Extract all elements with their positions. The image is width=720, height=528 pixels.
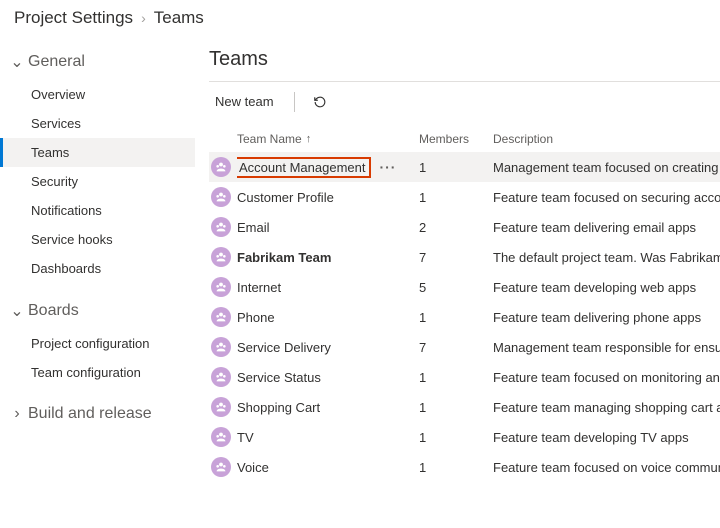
sidebar-group-label: General — [28, 53, 85, 71]
column-header-name[interactable]: Team Name ↑ — [237, 132, 419, 146]
team-icon — [211, 397, 231, 417]
refresh-icon — [313, 95, 327, 109]
chevron-right-icon: › — [10, 405, 24, 423]
sidebar-item[interactable]: Dashboards — [0, 254, 195, 283]
sidebar-group-header[interactable]: ⌄General — [0, 44, 195, 80]
team-members-count: 1 — [419, 370, 493, 385]
team-name-link[interactable]: Service Status — [237, 370, 321, 385]
team-members-count: 5 — [419, 280, 493, 295]
sidebar-item[interactable]: Notifications — [0, 196, 195, 225]
team-description: Management team responsible for ensure — [493, 340, 720, 355]
team-description: Management team focused on creating an — [493, 160, 720, 175]
team-name-link[interactable]: Email — [237, 220, 270, 235]
table-row[interactable]: Voice 1Feature team focused on voice comm… — [209, 452, 720, 482]
toolbar-separator — [294, 92, 295, 112]
team-description: Feature team developing web apps — [493, 280, 720, 295]
team-icon — [211, 337, 231, 357]
team-name-link[interactable]: Internet — [237, 280, 281, 295]
team-icon — [211, 307, 231, 327]
table-row[interactable]: Service Delivery 7Management team respons… — [209, 332, 720, 362]
team-members-count: 7 — [419, 250, 493, 265]
team-icon — [211, 457, 231, 477]
table-row[interactable]: Shopping Cart 1Feature team managing shop… — [209, 392, 720, 422]
team-description: Feature team focused on voice communic — [493, 460, 720, 475]
sidebar-group-header[interactable]: ›Build and release — [0, 397, 195, 431]
table-row[interactable]: Internet 5Feature team developing web app… — [209, 272, 720, 302]
row-more-actions-button[interactable]: ··· — [377, 159, 398, 175]
refresh-button[interactable] — [309, 91, 331, 113]
sidebar-group-header[interactable]: ⌄Boards — [0, 293, 195, 329]
team-name-link[interactable]: Customer Profile — [237, 190, 334, 205]
team-members-count: 1 — [419, 430, 493, 445]
table-row[interactable]: Email 2Feature team delivering email apps — [209, 212, 720, 242]
team-description: Feature team developing TV apps — [493, 430, 720, 445]
column-header-description[interactable]: Description — [493, 132, 720, 146]
sidebar-item[interactable]: Team configuration — [0, 358, 195, 387]
column-header-members[interactable]: Members — [419, 132, 493, 146]
team-icon — [211, 157, 231, 177]
table-row[interactable]: Fabrikam Team 7The default project team. … — [209, 242, 720, 272]
chevron-down-icon: ⌄ — [10, 301, 24, 321]
team-description: Feature team focused on monitoring and a — [493, 370, 720, 385]
sidebar: ⌄GeneralOverviewServicesTeamsSecurityNot… — [0, 38, 195, 528]
column-header-name-label: Team Name — [237, 132, 302, 146]
team-members-count: 1 — [419, 460, 493, 475]
new-team-button[interactable]: New team — [209, 90, 280, 113]
team-members-count: 1 — [419, 190, 493, 205]
team-icon — [211, 427, 231, 447]
table-row[interactable]: TV 1Feature team developing TV apps — [209, 422, 720, 452]
team-icon — [211, 247, 231, 267]
sidebar-item[interactable]: Teams — [0, 138, 195, 167]
sidebar-item[interactable]: Service hooks — [0, 225, 195, 254]
sidebar-group-label: Build and release — [28, 405, 152, 423]
main-content: Teams New team Team Name ↑ — [195, 38, 720, 528]
chevron-right-icon: › — [141, 10, 146, 26]
team-name-link[interactable]: Service Delivery — [237, 340, 331, 355]
breadcrumb-current: Teams — [154, 8, 204, 28]
team-icon — [211, 217, 231, 237]
team-name-link[interactable]: Account Management — [239, 160, 365, 175]
toolbar: New team — [209, 82, 720, 122]
sidebar-group-label: Boards — [28, 302, 79, 320]
table-row[interactable]: Account Management ··· 1Management team fo… — [209, 152, 720, 182]
table-row[interactable]: Customer Profile 1Feature team focused on… — [209, 182, 720, 212]
table-row[interactable]: Service Status 1Feature team focused on m… — [209, 362, 720, 392]
team-members-count: 1 — [419, 400, 493, 415]
team-members-count: 2 — [419, 220, 493, 235]
team-icon — [211, 187, 231, 207]
sidebar-item[interactable]: Services — [0, 109, 195, 138]
team-description: The default project team. Was Fabrikam F… — [493, 250, 720, 265]
page-title: Teams — [209, 42, 720, 81]
team-members-count: 1 — [419, 310, 493, 325]
highlighted-team-name: Account Management — [237, 157, 371, 178]
team-description: Feature team delivering email apps — [493, 220, 720, 235]
team-members-count: 1 — [419, 160, 493, 175]
team-description: Feature team delivering phone apps — [493, 310, 720, 325]
breadcrumb: Project Settings › Teams — [0, 0, 720, 38]
breadcrumb-parent[interactable]: Project Settings — [14, 8, 133, 28]
team-name-link[interactable]: Shopping Cart — [237, 400, 320, 415]
team-members-count: 7 — [419, 340, 493, 355]
team-name-link[interactable]: TV — [237, 430, 254, 445]
sort-ascending-icon: ↑ — [306, 133, 312, 145]
sidebar-item[interactable]: Overview — [0, 80, 195, 109]
team-description: Feature team managing shopping cart app — [493, 400, 720, 415]
team-name-link[interactable]: Voice — [237, 460, 269, 475]
team-name-link[interactable]: Fabrikam Team — [237, 250, 331, 265]
chevron-down-icon: ⌄ — [10, 52, 24, 72]
sidebar-item[interactable]: Project configuration — [0, 329, 195, 358]
sidebar-item[interactable]: Security — [0, 167, 195, 196]
team-name-link[interactable]: Phone — [237, 310, 275, 325]
table-row[interactable]: Phone 1Feature team delivering phone apps — [209, 302, 720, 332]
team-icon — [211, 277, 231, 297]
team-description: Feature team focused on securing account — [493, 190, 720, 205]
table-header: Team Name ↑ Members Description — [209, 122, 720, 152]
teams-table: Team Name ↑ Members Description Account … — [209, 122, 720, 482]
team-icon — [211, 367, 231, 387]
